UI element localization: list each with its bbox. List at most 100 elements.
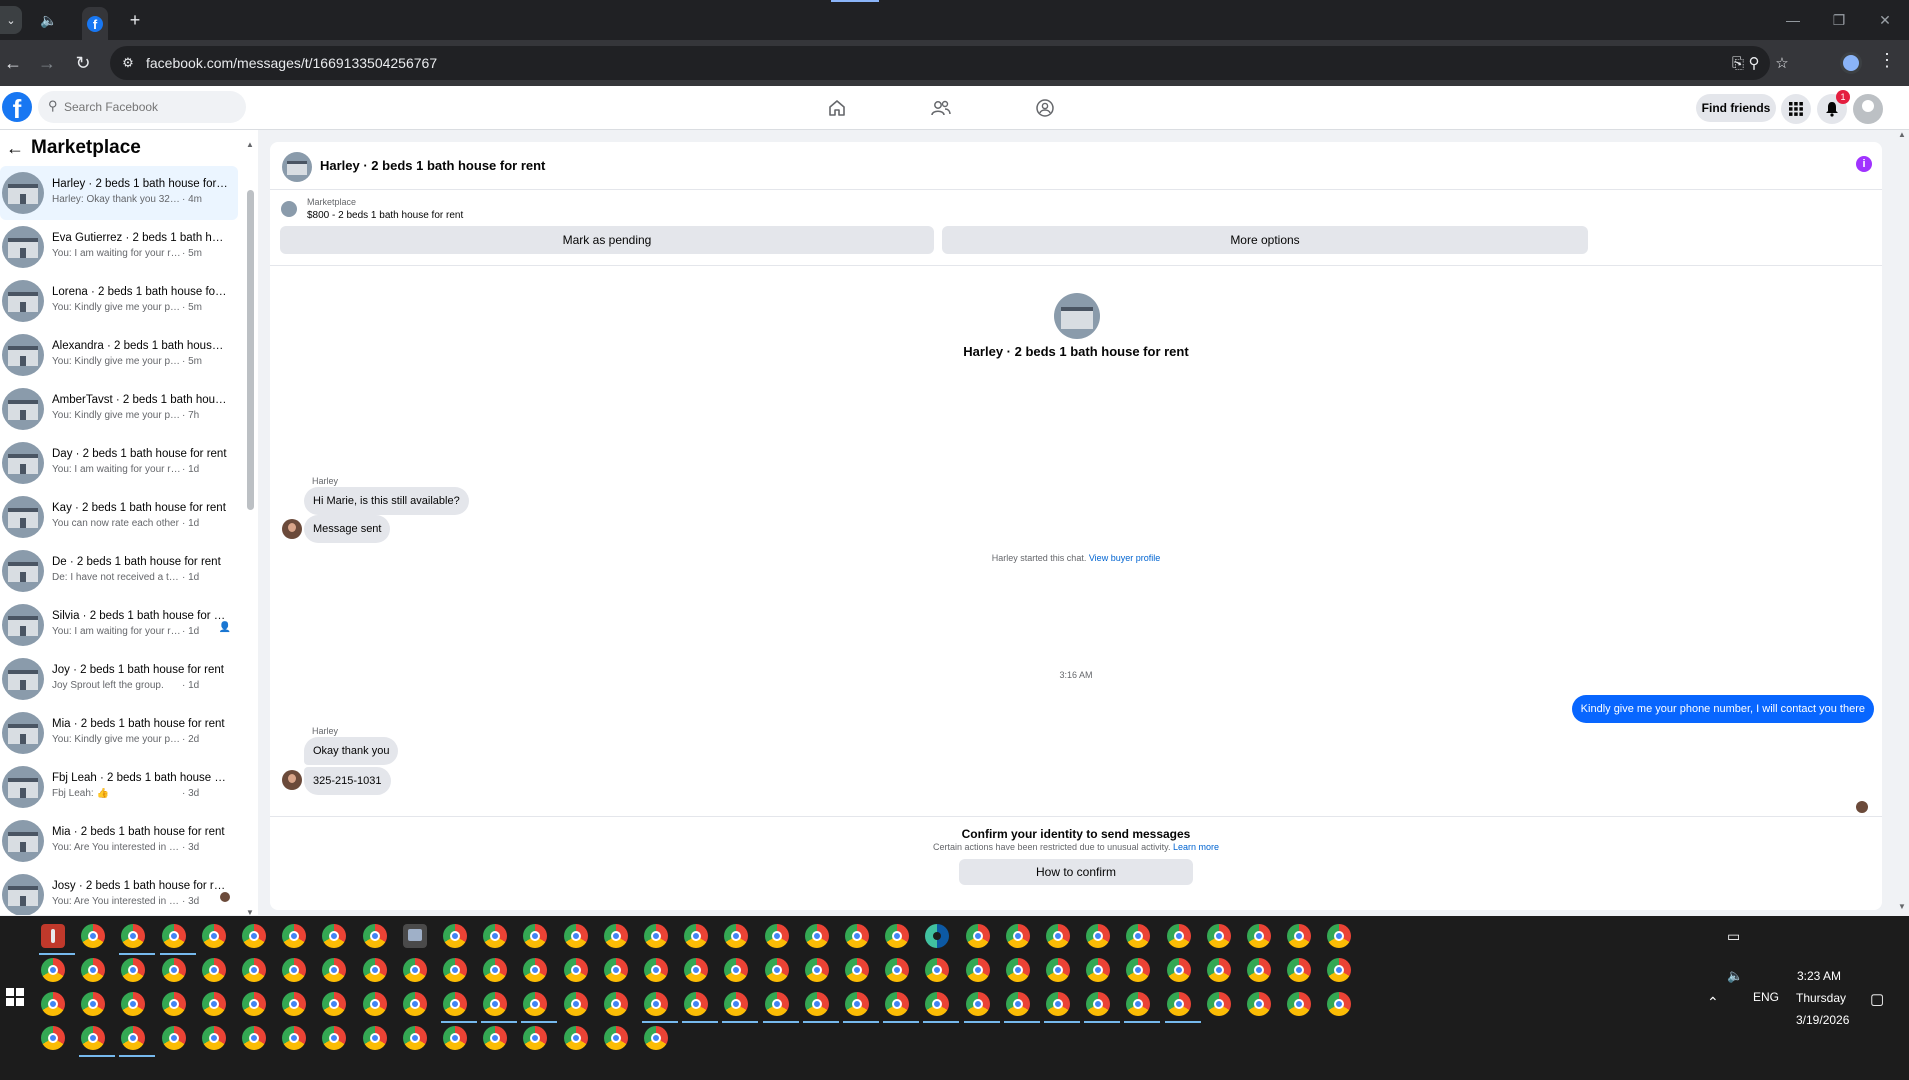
taskbar-app-icon[interactable] (1247, 992, 1271, 1016)
taskbar-app-icon[interactable] (1006, 992, 1030, 1016)
taskbar-app-icon[interactable] (202, 1026, 226, 1050)
taskbar-app-icon[interactable] (644, 1026, 668, 1050)
conversation-item[interactable]: Joy · 2 beds 1 bath house for rent Joy Sp… (0, 652, 238, 706)
menu-grid-button[interactable] (1781, 94, 1811, 124)
sender-avatar[interactable] (282, 770, 302, 790)
taskbar-app-icon[interactable] (724, 924, 748, 948)
reload-button[interactable]: ↻ (70, 50, 96, 76)
taskbar-app-icon[interactable] (483, 992, 507, 1016)
listing-avatar[interactable] (282, 152, 312, 182)
taskbar-app-icon[interactable] (443, 924, 467, 948)
browser-menu-icon[interactable]: ⋮ (1878, 50, 1896, 71)
friends-nav-button[interactable] (926, 94, 956, 122)
address-bar[interactable]: ⚙ facebook.com/messages/t/16691335042567… (110, 46, 1789, 80)
listing-price-title[interactable]: $800 - 2 beds 1 bath house for rent (307, 210, 463, 221)
taskbar-app-icon[interactable] (282, 1026, 306, 1050)
conversation-item[interactable]: Fbj Leah · 2 beds 1 bath house for rent F… (0, 760, 238, 814)
clock-time[interactable]: 3:23 AM (1797, 969, 1841, 983)
facebook-search[interactable]: ⚲ (38, 91, 246, 123)
taskbar-app-icon[interactable] (41, 958, 65, 982)
taskbar-app-icon[interactable] (202, 924, 226, 948)
taskbar-app-icon[interactable] (1287, 992, 1311, 1016)
taskbar-app-icon[interactable] (403, 924, 427, 948)
close-window-button[interactable]: ✕ (1870, 8, 1900, 32)
conversation-item[interactable]: Day · 2 beds 1 bath house for rent You: I… (0, 436, 238, 490)
taskbar-app-icon[interactable] (523, 992, 547, 1016)
taskbar-app-icon[interactable] (322, 992, 346, 1016)
how-to-confirm-button[interactable]: How to confirm (959, 859, 1193, 885)
conversation-item[interactable]: Harley · 2 beds 1 bath house for rent Har… (0, 166, 238, 220)
taskbar-app-icon[interactable] (845, 992, 869, 1016)
restore-button[interactable]: ❐ (1824, 8, 1854, 32)
taskbar-app-icon[interactable] (684, 924, 708, 948)
taskbar-app-icon[interactable] (322, 1026, 346, 1050)
conversation-item[interactable]: Mia · 2 beds 1 bath house for rent You: A… (0, 814, 238, 868)
taskbar-app-icon[interactable] (1327, 992, 1351, 1016)
clock-date[interactable]: 3/19/2026 (1796, 1013, 1849, 1027)
taskbar-app-icon[interactable] (41, 992, 65, 1016)
taskbar-app-icon[interactable] (1126, 924, 1150, 948)
taskbar-app-icon[interactable] (885, 992, 909, 1016)
taskbar-app-icon[interactable] (1167, 958, 1191, 982)
taskbar-app-icon[interactable] (805, 992, 829, 1016)
taskbar-app-icon[interactable] (483, 1026, 507, 1050)
view-buyer-profile-link[interactable]: View buyer profile (1089, 553, 1160, 563)
show-hidden-icons-icon[interactable]: ⌃ (1707, 994, 1719, 1011)
taskbar-app-icon[interactable] (966, 992, 990, 1016)
conversation-item[interactable]: Lorena · 2 beds 1 bath house for rent You… (0, 274, 238, 328)
taskbar-app-icon[interactable] (483, 958, 507, 982)
taskbar-app-icon[interactable] (925, 924, 949, 948)
taskbar-app-icon[interactable] (684, 958, 708, 982)
taskbar-app-icon[interactable] (403, 992, 427, 1016)
back-button[interactable]: ← (0, 50, 26, 76)
taskbar-app-icon[interactable] (805, 958, 829, 982)
taskbar-app-icon[interactable] (1247, 924, 1271, 948)
taskbar-app-icon[interactable] (1006, 924, 1030, 948)
taskbar-app-icon[interactable] (1167, 992, 1191, 1016)
conversation-item[interactable]: Josy · 2 beds 1 bath house for rent You: … (0, 868, 238, 915)
taskbar-app-icon[interactable] (1207, 924, 1231, 948)
taskbar-app-icon[interactable] (644, 924, 668, 948)
taskbar-app-icon[interactable] (322, 924, 346, 948)
listing-large-avatar[interactable] (1054, 293, 1100, 339)
page-scroll-up-icon[interactable]: ▲ (1898, 130, 1906, 139)
incoming-message[interactable]: Hi Marie, is this still available? (304, 487, 469, 515)
site-settings-icon[interactable]: ⚙ (118, 53, 138, 73)
taskbar-app-icon[interactable] (644, 992, 668, 1016)
taskbar-app-icon[interactable] (966, 924, 990, 948)
taskbar-app-icon[interactable] (564, 958, 588, 982)
taskbar-app-icon[interactable] (765, 958, 789, 982)
page-scroll-down-icon[interactable]: ▼ (1898, 902, 1906, 911)
taskbar-app-icon[interactable] (724, 992, 748, 1016)
taskbar-app-icon[interactable] (403, 958, 427, 982)
taskbar-app-icon[interactable] (483, 924, 507, 948)
taskbar-app-icon[interactable] (162, 924, 186, 948)
taskbar-app-icon[interactable] (564, 924, 588, 948)
back-arrow-icon[interactable]: ← (6, 138, 24, 159)
taskbar-app-icon[interactable] (523, 1026, 547, 1050)
scrollbar-thumb[interactable] (247, 190, 254, 510)
home-nav-button[interactable] (822, 94, 852, 122)
chat-title[interactable]: Harley · 2 beds 1 bath house for rent (320, 158, 545, 173)
taskbar-app-icon[interactable] (121, 958, 145, 982)
language-indicator[interactable]: ENG (1753, 990, 1779, 1004)
taskbar-app-icon[interactable] (202, 992, 226, 1016)
search-input[interactable] (64, 91, 240, 123)
taskbar-app-icon[interactable] (81, 1026, 105, 1050)
taskbar-app-icon[interactable] (564, 1026, 588, 1050)
taskbar-app-icon[interactable] (242, 958, 266, 982)
mark-as-pending-button[interactable]: Mark as pending (280, 226, 934, 254)
taskbar-app-icon[interactable] (885, 958, 909, 982)
taskbar-app-icon[interactable] (1046, 924, 1070, 948)
new-tab-button[interactable]: + (122, 7, 148, 33)
tab-search-button[interactable]: ⌄ (0, 6, 22, 34)
taskbar-app-icon[interactable] (162, 992, 186, 1016)
taskbar-app-icon[interactable] (41, 924, 65, 948)
browser-profile-icon[interactable] (1840, 52, 1862, 74)
taskbar-app-icon[interactable] (564, 992, 588, 1016)
taskbar-app-icon[interactable] (684, 992, 708, 1016)
taskbar-app-icon[interactable] (1126, 992, 1150, 1016)
taskbar-app-icon[interactable] (81, 958, 105, 982)
facebook-logo-icon[interactable]: f (2, 92, 32, 122)
incoming-message[interactable]: Message sent (304, 515, 391, 543)
